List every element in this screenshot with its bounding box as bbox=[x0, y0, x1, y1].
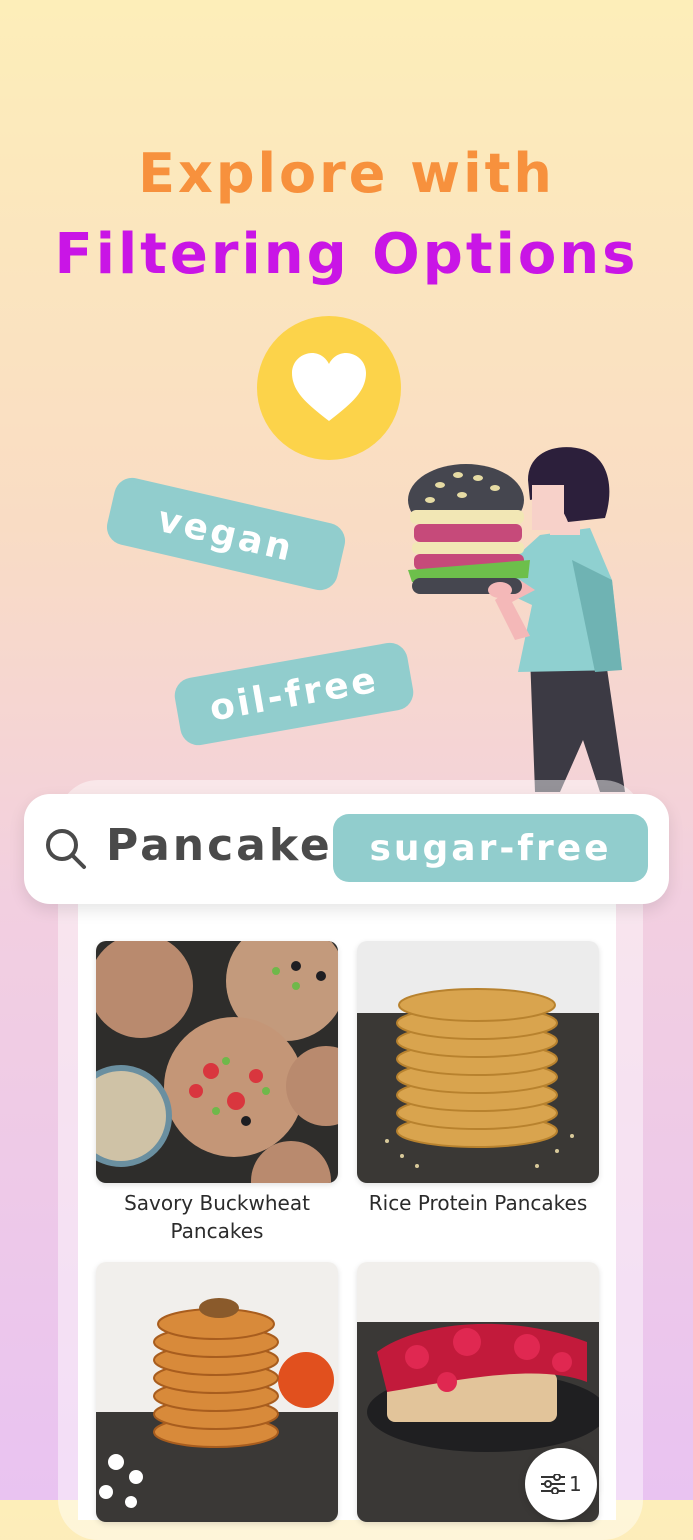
recipe-card-rice-protein[interactable] bbox=[357, 941, 599, 1183]
recipe-image-rice-protein bbox=[357, 941, 599, 1183]
search-input[interactable]: Pancake bbox=[106, 820, 333, 871]
recipe-card-pumpkin-stack[interactable] bbox=[96, 1262, 338, 1522]
recipe-card-savory-buckwheat[interactable] bbox=[96, 941, 338, 1183]
recipe-image-pumpkin-stack bbox=[96, 1262, 338, 1522]
active-filter-count: 1 bbox=[569, 1472, 582, 1496]
favorite-badge bbox=[257, 316, 401, 460]
headline-line-2: Filtering Options bbox=[54, 222, 639, 287]
headline-line-1: Explore with bbox=[138, 142, 555, 205]
recipe-title[interactable]: Rice Protein Pancakes bbox=[357, 1189, 599, 1217]
search-bar[interactable]: Pancake sugar-free bbox=[24, 794, 669, 904]
woman-with-burger-illustration bbox=[408, 447, 625, 792]
filter-button[interactable]: 1 bbox=[525, 1448, 597, 1520]
recipe-title[interactable]: Savory Buckwheat Pancakes bbox=[96, 1189, 338, 1245]
filter-sliders-icon bbox=[541, 1474, 565, 1494]
search-icon bbox=[46, 829, 86, 869]
heart-icon bbox=[292, 353, 366, 421]
tag-vegan: vegan bbox=[103, 474, 349, 594]
recipe-image-savory-buckwheat bbox=[96, 941, 338, 1183]
tag-oil-free: oil-free bbox=[171, 640, 417, 748]
active-filter-chip[interactable]: sugar-free bbox=[333, 814, 648, 882]
